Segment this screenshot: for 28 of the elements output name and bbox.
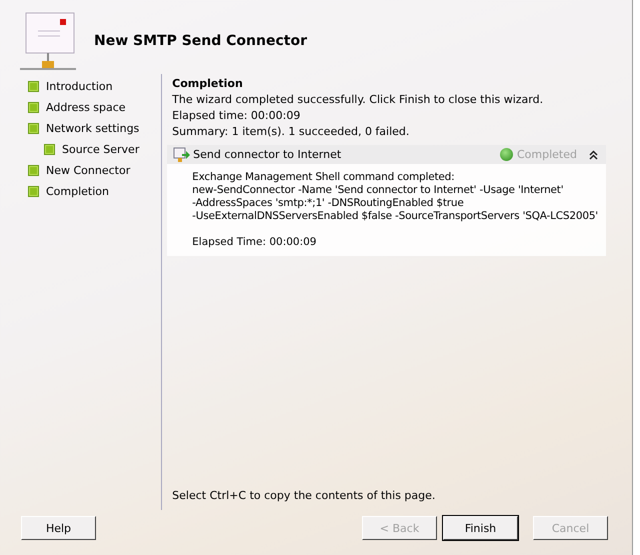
success-icon: [500, 148, 513, 161]
step-icon: [28, 123, 39, 134]
elapsed-time: Elapsed Time: 00:00:09: [192, 236, 318, 248]
step-label[interactable]: New Connector: [46, 164, 130, 177]
command-output: Exchange Management Shell command completed: new-SendConnector -Name 'Send connector to Internet' -Usage 'Internet' -AddressSpaces 'smtp:*;1' -DNSRoutingEnabled $true -UseExternalDNSServersEnabled $false -SourceTransportServers 'SQA-LCS2005': [192, 171, 598, 223]
connector-icon: [173, 146, 192, 162]
summary-text: Summary: 1 item(s). 1 succeeded, 0 failed.: [171, 125, 410, 140]
result-status: Completed: [517, 148, 577, 161]
wizard-button[interactable]: Help: [21, 516, 96, 540]
step-label[interactable]: Introduction: [46, 80, 113, 93]
step-icon: [44, 144, 55, 155]
step-icon: [28, 186, 39, 197]
step-icon: [28, 81, 39, 92]
step-label[interactable]: Source Server: [62, 143, 140, 156]
collapse-icon[interactable]: [589, 150, 598, 160]
result-header[interactable]: Send connector to Internet Completed: [167, 145, 606, 164]
summary-text: The wizard completed successfully. Click Finish to close this wizard.: [171, 93, 544, 108]
step-label[interactable]: Network settings: [46, 122, 140, 135]
step-label[interactable]: Address space: [46, 101, 126, 114]
step-label[interactable]: Completion: [46, 185, 110, 198]
page-heading: Completion: [171, 77, 244, 92]
copy-hint: Select Ctrl+C to copy the contents of this page.: [171, 489, 436, 504]
summary-text: Elapsed time: 00:00:09: [171, 109, 302, 124]
wizard-title: New SMTP Send Connector: [94, 33, 307, 49]
step-icon: [28, 165, 39, 176]
step-icon: [28, 102, 39, 113]
result-title: Send connector to Internet: [193, 148, 342, 161]
wizard-button[interactable]: Finish: [443, 516, 518, 540]
